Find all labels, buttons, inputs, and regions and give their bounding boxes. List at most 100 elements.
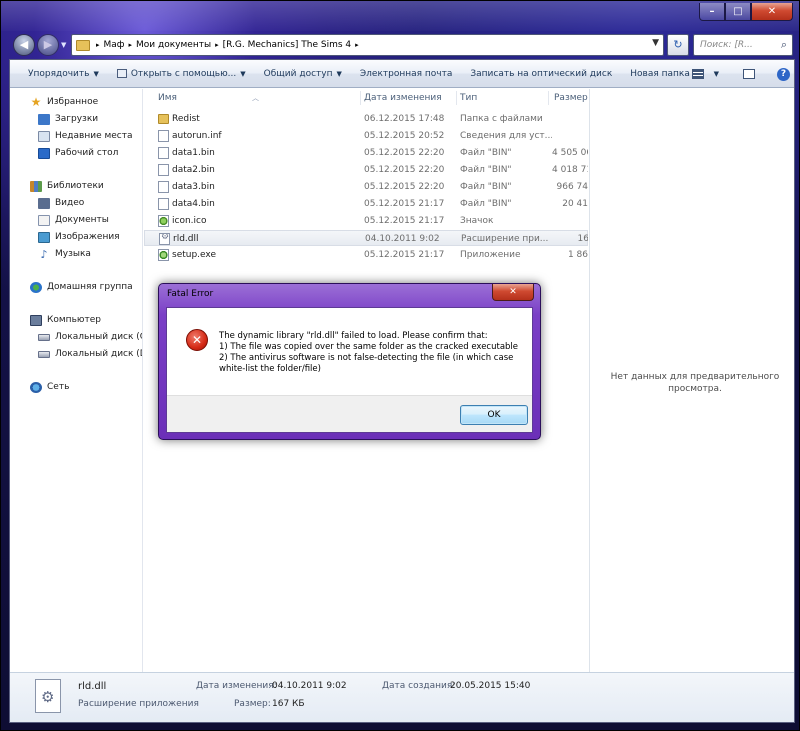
- address-dropdown[interactable]: ▼: [652, 38, 659, 48]
- file-name: icon.ico: [172, 216, 207, 226]
- organize-button[interactable]: Упорядочить ▼: [10, 60, 108, 87]
- search-icon[interactable]: ⌕: [781, 38, 787, 52]
- nav-libraries[interactable]: Библиотеки: [30, 178, 104, 194]
- nav-images[interactable]: Изображения: [38, 229, 120, 245]
- nav-recent-places[interactable]: Недавние места: [38, 128, 133, 144]
- new-folder-button[interactable]: Новая папка: [621, 60, 699, 87]
- forward-button[interactable]: ▶: [37, 34, 59, 56]
- burn-button[interactable]: Записать на оптический диск: [461, 60, 621, 87]
- chevron-down-icon: ▼: [93, 69, 99, 78]
- column-name[interactable]: Имя: [158, 93, 177, 103]
- file-row[interactable]: data1.bin 05.12.2015 22:20 Файл "BIN" 4 …: [144, 145, 588, 161]
- breadcrumb-separator[interactable]: ▸: [129, 41, 133, 49]
- nav-label: Рабочий стол: [55, 148, 119, 158]
- help-icon[interactable]: ?: [777, 67, 790, 81]
- nav-downloads[interactable]: Загрузки: [38, 111, 98, 127]
- share-button[interactable]: Общий доступ ▼: [255, 60, 351, 87]
- burn-label: Записать на оптический диск: [470, 68, 613, 79]
- column-type[interactable]: Тип: [460, 93, 477, 103]
- dialog-message-line: The dynamic library "rld.dll" failed to …: [219, 331, 488, 341]
- dll-file-icon: [159, 233, 170, 245]
- music-icon: ♪: [40, 247, 48, 261]
- file-row[interactable]: autorun.inf 05.12.2015 20:52 Сведения дл…: [144, 128, 588, 144]
- file-row[interactable]: icon.ico 05.12.2015 21:17 Значок: [144, 213, 588, 229]
- details-modified-label: Дата изменения:: [196, 681, 277, 691]
- nav-label: Сеть: [47, 382, 70, 392]
- sort-ascending-icon: ︿: [252, 94, 259, 102]
- file-name: setup.exe: [172, 250, 216, 260]
- breadcrumb-separator[interactable]: ▸: [355, 41, 359, 49]
- file-type: Файл "BIN": [460, 199, 512, 209]
- nav-video[interactable]: Видео: [38, 195, 84, 211]
- column-date[interactable]: Дата изменения: [364, 93, 442, 103]
- column-divider[interactable]: [456, 91, 457, 105]
- refresh-button[interactable]: ↻: [667, 34, 689, 56]
- share-label: Общий доступ: [263, 68, 333, 79]
- file-name: Redist: [172, 114, 200, 124]
- breadcrumb-separator[interactable]: ▸: [96, 41, 100, 49]
- email-button[interactable]: Электронная почта: [351, 60, 462, 87]
- address-bar[interactable]: ▸ Маф ▸ Мои документы ▸ [R.G. Mechanics]…: [71, 34, 664, 56]
- file-name: data1.bin: [172, 148, 215, 158]
- preview-line: Нет данных для предварительного: [610, 372, 780, 382]
- file-row-selected[interactable]: rld.dll 04.10.2011 9:02 Расширение при..…: [144, 230, 588, 246]
- error-icon: ✕: [186, 329, 208, 351]
- file-row[interactable]: setup.exe 05.12.2015 21:17 Приложение 1 …: [144, 247, 588, 263]
- dialog-message-area: ✕ The dynamic library "rld.dll" failed t…: [167, 308, 532, 395]
- search-input[interactable]: Поиск: [R... ⌕: [693, 34, 793, 56]
- nav-favorites[interactable]: ★ Избранное: [30, 94, 99, 110]
- preview-pane-icon[interactable]: [743, 69, 755, 79]
- file-row[interactable]: data4.bin 05.12.2015 21:17 Файл "BIN" 20…: [144, 196, 588, 212]
- nav-disk-c[interactable]: Локальный диск (C:): [38, 329, 143, 345]
- dialog-title: Fatal Error: [167, 289, 214, 299]
- nav-network[interactable]: Сеть: [30, 379, 69, 395]
- close-button[interactable]: ✕: [751, 3, 793, 21]
- file-date: 05.12.2015 20:52: [364, 131, 445, 141]
- document-icon: [158, 198, 169, 210]
- documents-icon: [38, 214, 50, 226]
- breadcrumb-maf[interactable]: Маф: [104, 40, 125, 50]
- file-row[interactable]: Redist 06.12.2015 17:48 Папка с файлами: [144, 111, 588, 127]
- column-divider[interactable]: [548, 91, 549, 105]
- nav-computer[interactable]: Компьютер: [30, 312, 101, 328]
- maximize-button[interactable]: □: [725, 3, 751, 21]
- file-name: autorun.inf: [172, 131, 222, 141]
- column-size[interactable]: Размер: [554, 93, 588, 103]
- ok-button[interactable]: OK: [460, 405, 528, 425]
- dialog-body: ✕ The dynamic library "rld.dll" failed t…: [166, 307, 533, 433]
- nav-desktop[interactable]: Рабочий стол: [38, 145, 118, 161]
- recent-pages-dropdown[interactable]: ▼: [61, 41, 66, 49]
- details-file-kind: Расширение приложения: [78, 699, 199, 709]
- nav-disk-d[interactable]: Локальный диск (D:): [38, 346, 142, 362]
- desktop-icon: [38, 147, 50, 159]
- breadcrumb-my-documents[interactable]: Мои документы: [136, 40, 211, 50]
- breadcrumb-sims4[interactable]: [R.G. Mechanics] The Sims 4: [223, 40, 352, 50]
- file-row[interactable]: data3.bin 05.12.2015 22:20 Файл "BIN" 96…: [144, 179, 588, 195]
- hard-disk-icon: [38, 350, 50, 358]
- new-folder-label: Новая папка: [630, 68, 690, 79]
- nav-documents[interactable]: Документы: [38, 212, 109, 228]
- back-button[interactable]: ◀: [13, 34, 35, 56]
- nav-homegroup[interactable]: Домашняя группа: [30, 279, 133, 295]
- chevron-down-icon: ▼: [336, 69, 342, 78]
- document-icon: [158, 147, 169, 159]
- nav-label: Локальный диск (C:): [55, 332, 143, 342]
- breadcrumb-separator[interactable]: ▸: [215, 41, 219, 49]
- minimize-button[interactable]: –: [699, 3, 725, 21]
- column-divider[interactable]: [360, 91, 361, 105]
- change-view-icon[interactable]: [691, 69, 704, 79]
- file-size: 20 41: [562, 199, 588, 209]
- file-row[interactable]: data2.bin 05.12.2015 22:20 Файл "BIN" 4 …: [144, 162, 588, 178]
- chevron-down-icon[interactable]: ▼: [652, 38, 659, 48]
- file-type: Файл "BIN": [460, 182, 512, 192]
- file-size: 1 86: [567, 250, 588, 260]
- dialog-message-line: white-list the folder/file): [219, 364, 321, 374]
- star-icon: ★: [30, 95, 42, 109]
- dll-file-icon: [35, 679, 61, 713]
- nav-music[interactable]: ♪ Музыка: [38, 246, 90, 262]
- chevron-down-icon[interactable]: ▼: [714, 70, 719, 78]
- dialog-close-button[interactable]: ✕: [492, 284, 534, 301]
- nav-label: Недавние места: [55, 131, 133, 141]
- open-with-button[interactable]: Открыть с помощью... ▼: [108, 60, 255, 87]
- navigation-pane: ★ Избранное Загрузки Недавние места Рабо…: [10, 89, 143, 672]
